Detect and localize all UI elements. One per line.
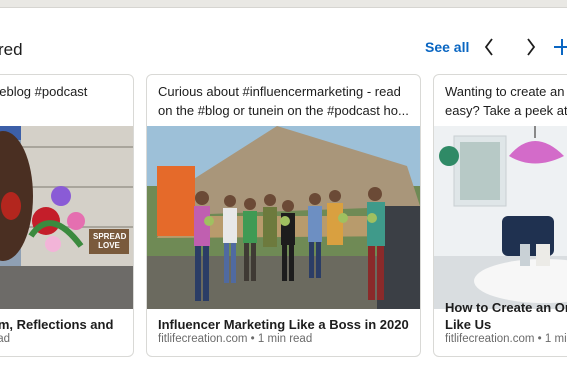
card-snippet: Wanting to create an e easy? Take a peek… — [445, 82, 567, 120]
mural-text-line: LOVE — [98, 241, 120, 250]
see-all-link[interactable]: See all — [425, 39, 469, 55]
snippet-line: on the #blog or tunein on the #podcast h… — [158, 103, 409, 118]
snippet-line: Wanting to create an e — [445, 84, 567, 99]
card-image — [147, 126, 420, 309]
carousel-prev-button[interactable] — [479, 35, 499, 59]
card-title: How to Create an On Like Us — [445, 299, 567, 333]
snippet-line: easy? Take a peek at — [445, 103, 567, 118]
mural-text-line: SPREAD — [93, 232, 127, 241]
mural-text: SPREAD LOVE — [93, 232, 127, 250]
card-image — [434, 126, 567, 309]
snippet-line: Curious about #influencermarketing - rea… — [158, 84, 401, 99]
card-snippet: heblog #podcast — [0, 82, 125, 101]
plus-icon — [554, 39, 567, 55]
featured-panel: red See all heblog #podcast SPREAD LOVE … — [0, 8, 567, 371]
title-line: ism, Reflections and — [0, 317, 114, 332]
add-button[interactable] — [552, 35, 567, 59]
chevron-left-icon — [484, 38, 493, 56]
title-line: Influencer Marketing Like a Boss in 2020 — [158, 317, 409, 332]
card-title: ism, Reflections and — [0, 316, 127, 333]
title-line: Like Us — [445, 317, 492, 332]
chevron-right-icon — [527, 38, 536, 56]
section-title: red — [0, 40, 23, 59]
card-image: SPREAD LOVE — [0, 126, 133, 309]
card-meta: fitlifecreation.com • 1 min — [445, 333, 567, 345]
top-bar — [0, 0, 567, 8]
article-card-2[interactable]: Curious about #influencermarketing - rea… — [146, 74, 421, 357]
card-title: Influencer Marketing Like a Boss in 2020 — [158, 316, 414, 333]
article-card-3[interactable]: Wanting to create an e easy? Take a peek… — [433, 74, 567, 357]
card-meta: read — [0, 333, 11, 345]
title-line: How to Create an On — [445, 300, 567, 315]
card-snippet: Curious about #influencermarketing - rea… — [158, 82, 412, 120]
article-card-1[interactable]: heblog #podcast SPREAD LOVE , Reflection… — [0, 74, 134, 357]
snippet-line: heblog #podcast — [0, 84, 88, 99]
card-meta: fitlifecreation.com • 1 min read — [158, 333, 313, 345]
carousel-next-button[interactable] — [521, 35, 541, 59]
